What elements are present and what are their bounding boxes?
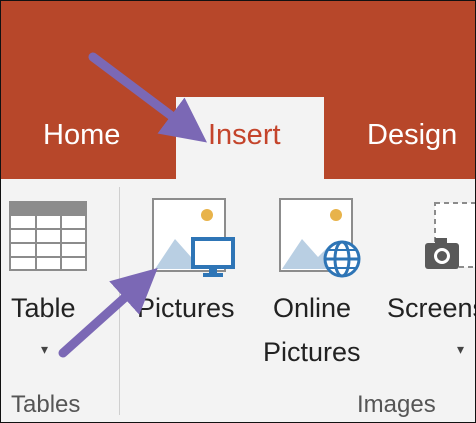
arrow-annotation-pictures [58,267,158,358]
powerpoint-ribbon-window: Home Insert Design Table ▾ Tables Pictur… [0,0,476,423]
